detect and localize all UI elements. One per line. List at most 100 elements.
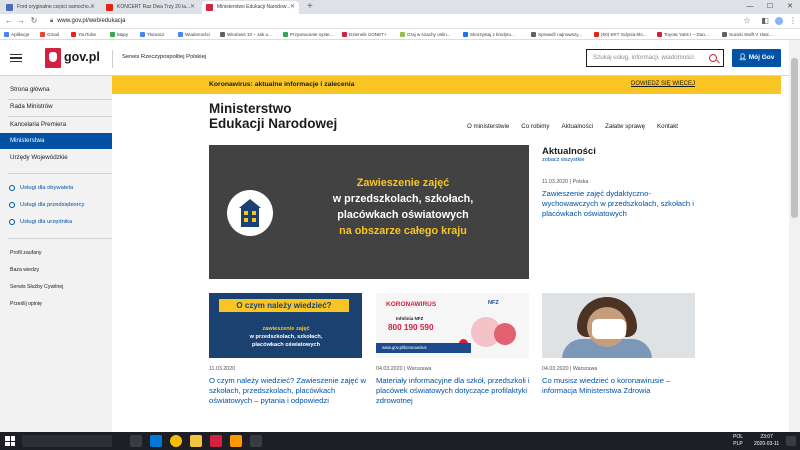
news-title-link[interactable]: Zawieszenie zajęć dydaktyczno-wychowawcz…: [542, 189, 702, 219]
sidebar-item-voivodeship[interactable]: Urzędy Wojewódzkie: [0, 150, 112, 166]
minimize-button[interactable]: —: [740, 0, 760, 14]
forward-icon[interactable]: →: [16, 16, 26, 25]
app-icon[interactable]: [250, 435, 262, 447]
bookmark-item[interactable]: Dziennik UONET+: [342, 30, 387, 39]
bookmark-item[interactable]: YouTube: [71, 30, 96, 39]
browser-tab-active[interactable]: Ministerstwo Edukacji Narodow... ✕: [202, 1, 299, 14]
edge-icon[interactable]: [150, 435, 162, 447]
page-scrollbar[interactable]: [789, 40, 800, 432]
nav-activities[interactable]: Co robimy: [521, 123, 549, 130]
sidebar-item-chancellery[interactable]: Kancelaria Premiera: [0, 117, 112, 133]
windows-taskbar: POL PLP 23:07 2020-03-11: [0, 432, 800, 450]
trusted-profile-link[interactable]: Profil zaufany: [10, 250, 41, 256]
sidebar-item-label: Urzędy Wojewódzkie: [10, 154, 68, 161]
close-window-button[interactable]: ✕: [780, 0, 800, 14]
civil-service-link[interactable]: Serwis Służby Cywilnej: [10, 284, 63, 290]
app-icon[interactable]: [230, 435, 242, 447]
bookmark-item[interactable]: Mapy: [110, 30, 128, 39]
maximize-button[interactable]: ☐: [760, 0, 780, 14]
system-clock[interactable]: 23:07 2020-03-11: [754, 434, 779, 448]
bookmark-item[interactable]: Aplikacje: [4, 30, 29, 39]
card-image[interactable]: [542, 293, 695, 358]
bookmark-item[interactable]: Tłumacz: [140, 30, 164, 39]
gov-favicon-icon: [206, 4, 213, 11]
menu-dots-icon[interactable]: ⋮: [788, 16, 798, 25]
card-place: Warszawa: [572, 366, 598, 372]
nav-contact[interactable]: Kontakt: [657, 123, 678, 130]
bookmark-item[interactable]: Skorzystaj z kredytu...: [463, 30, 515, 39]
chrome-icon[interactable]: [170, 435, 182, 447]
sidebar: Strona główna Rada Ministrów Kancelaria …: [0, 76, 112, 432]
services-business-link[interactable]: Usługi dla przedsiębiorcy: [0, 198, 112, 212]
hero-image[interactable]: Zawieszenie zajęć w przedszkolach, szkoł…: [209, 145, 529, 279]
search-icon[interactable]: [709, 54, 717, 62]
browser-tab[interactable]: KONCERT Raz Dwa Trzy 20 la... ✕: [102, 1, 199, 14]
sidebar-item-council[interactable]: Rada Ministrów: [0, 99, 112, 115]
site-logo[interactable]: gov.pl: [64, 50, 100, 64]
bookmark-item[interactable]: Sprawdź najnowszy...: [531, 30, 582, 39]
new-tab-button[interactable]: +: [307, 0, 313, 14]
profile-avatar[interactable]: [775, 17, 783, 25]
card-title-link[interactable]: Materiały informacyjne dla szkół, przeds…: [376, 376, 536, 406]
maps-icon: [110, 32, 115, 37]
card-title-link[interactable]: O czym należy wiedzieć? Zawieszenie zaję…: [209, 376, 369, 406]
divider: [112, 50, 113, 68]
banner-link[interactable]: DOWIEDZ SIĘ WIĘCEJ: [631, 81, 695, 87]
hamburger-menu-icon[interactable]: [10, 54, 22, 62]
card-image[interactable]: O czym należy wiedzieć? zawieszenie zaję…: [209, 293, 362, 358]
bookmarks-bar: Aplikacje Gmail YouTube Mapy Tłumacz Wia…: [0, 29, 800, 40]
login-button[interactable]: 👤︎ Mój Gov: [732, 49, 781, 67]
hotline-number: 800 190 590: [388, 323, 434, 332]
nav-services[interactable]: Załatw sprawę: [605, 123, 645, 130]
browser-tab[interactable]: Ford oryginalne części samocho... ✕: [2, 1, 99, 14]
hero-line: Zawieszenie zajęć: [356, 177, 450, 189]
services-official-link[interactable]: Usługi dla urzędnika: [0, 215, 112, 229]
bookmark-item[interactable]: Toyota Yaris I – Dan...: [657, 30, 709, 39]
reload-icon[interactable]: ↻: [29, 16, 39, 25]
feedback-link[interactable]: Prześlij opinię: [10, 301, 42, 307]
knowledge-base-link[interactable]: Baza wiedzy: [10, 267, 39, 273]
browser-tab-strip: Ford oryginalne części samocho... ✕ KONC…: [0, 0, 800, 14]
bookmark-label: Toyota Yaris I – Dan...: [664, 32, 709, 37]
scrollbar-thumb[interactable]: [791, 58, 798, 218]
banner-text: Koronawirus: aktualne informacje i zalec…: [209, 81, 355, 88]
sidebar-item-ministries[interactable]: Ministerstwa: [0, 133, 112, 149]
extension-icon[interactable]: ◧: [760, 16, 770, 25]
close-tab-icon[interactable]: ✕: [90, 1, 95, 14]
windows-start-icon[interactable]: [5, 436, 15, 446]
card-image-title: KORONAWIRUS: [386, 301, 437, 308]
close-tab-icon[interactable]: ✕: [190, 1, 195, 14]
card-title-link[interactable]: Co musisz wiedzieć o koronawirusie – inf…: [542, 376, 702, 396]
address-bar: ← → ↻ 🔒︎ www.gov.pl/web/edukacja ☆ ◧ ⋮: [0, 14, 800, 29]
back-icon[interactable]: ←: [4, 16, 14, 25]
close-tab-icon[interactable]: ✕: [290, 1, 295, 14]
bookmark-item[interactable]: Gmail: [40, 30, 59, 39]
emblem-icon[interactable]: [45, 48, 61, 68]
card-image-url: www.gov.pl/koronawirus: [376, 343, 471, 353]
nav-about[interactable]: O ministerstwie: [467, 123, 509, 130]
nav-news[interactable]: Aktualności: [562, 123, 594, 130]
sidebar-item-home[interactable]: Strona główna: [0, 82, 112, 98]
bookmark-item[interactable]: Przywracanie syste...: [283, 30, 333, 39]
search-input[interactable]: Szukaj usług, informacji, wiadomości: [586, 49, 724, 67]
page-icon: [342, 32, 347, 37]
task-view-icon[interactable]: [130, 435, 142, 447]
card-image[interactable]: KORONAWIRUS NFZ Infolinia NFZ 800 190 59…: [376, 293, 529, 358]
youtube-favicon-icon: [106, 4, 113, 11]
school-icon: [239, 199, 261, 227]
keyboard-language[interactable]: POL PLP: [733, 434, 743, 448]
app-icon[interactable]: [210, 435, 222, 447]
bookmark-item[interactable]: (60) EKT Gdynia Mo...: [594, 30, 647, 39]
bookmark-item[interactable]: Graj w szachy onlin...: [400, 30, 451, 39]
url-field[interactable]: 🔒︎ www.gov.pl/web/edukacja: [50, 16, 125, 27]
file-explorer-icon[interactable]: [190, 435, 202, 447]
language-label: POL: [733, 434, 744, 440]
bookmark-item[interactable]: Windows 10 – Jak u...: [220, 30, 272, 39]
bookmark-item[interactable]: Wiadomości: [178, 30, 210, 39]
notifications-icon[interactable]: [786, 436, 796, 446]
bookmark-star-icon[interactable]: ☆: [742, 16, 752, 25]
bookmark-item[interactable]: Suzuki Swift V Hatc...: [722, 30, 773, 39]
taskbar-search[interactable]: [22, 435, 112, 447]
services-citizen-link[interactable]: Usługi dla obywatela: [0, 181, 112, 195]
see-all-link[interactable]: zobacz wszystkie: [542, 157, 585, 163]
